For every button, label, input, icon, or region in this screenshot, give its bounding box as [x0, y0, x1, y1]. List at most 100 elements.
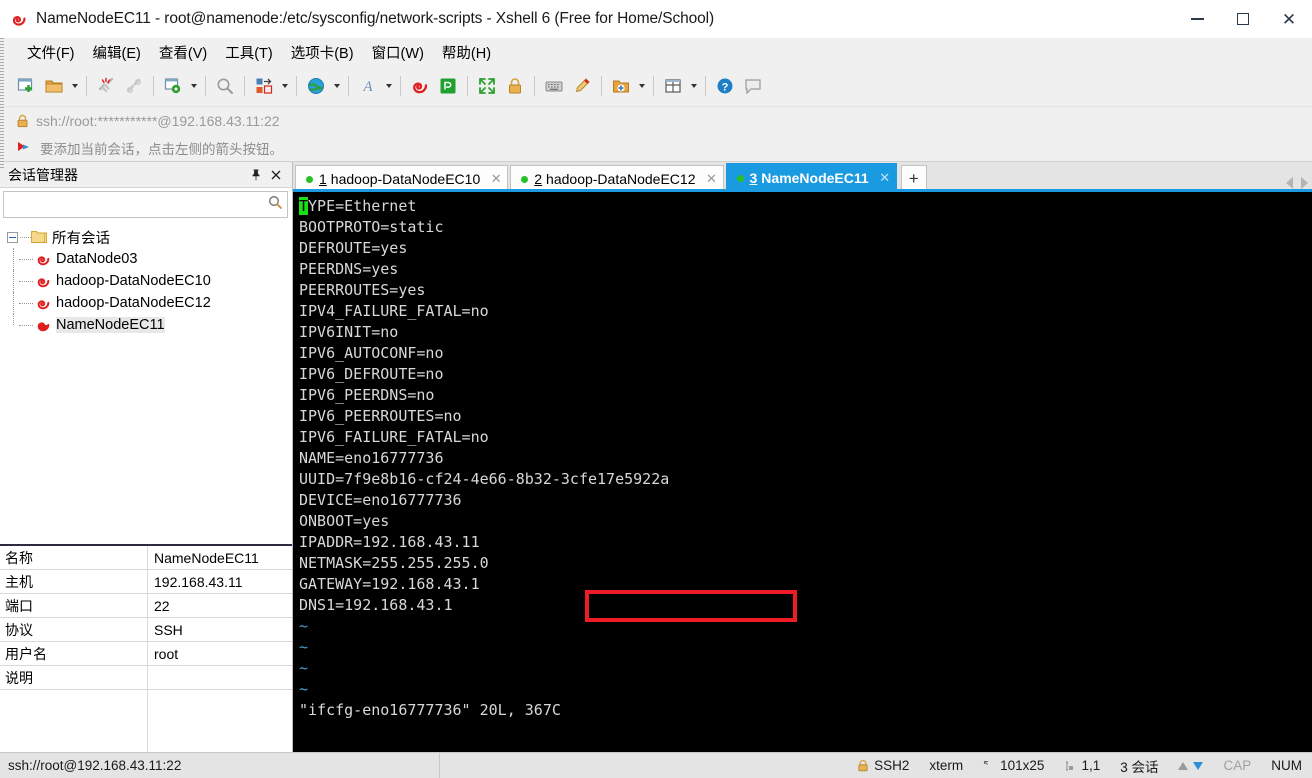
disconnect-icon[interactable]: [92, 72, 120, 100]
arrow-down-icon: [1193, 761, 1204, 770]
tab-number: 3: [749, 170, 758, 186]
search-input[interactable]: [10, 196, 267, 213]
chevron-right-icon[interactable]: [1301, 177, 1308, 189]
terminal-area: 1 hadoop-DataNodeEC10 ✕ 2 hadoop-DataNod…: [293, 162, 1312, 752]
session-tree[interactable]: 所有会话 DataNode03 hadoop-DataNodeEC10 hado…: [0, 221, 292, 544]
toolbar-separator: [205, 76, 206, 96]
find-icon[interactable]: [211, 72, 239, 100]
terminal-status-line: "ifcfg-eno16777736" 20L, 367C: [299, 701, 561, 719]
svg-text:?: ?: [722, 82, 729, 94]
add-folder-icon[interactable]: [607, 72, 635, 100]
status-dot-icon: [306, 175, 313, 183]
pin-icon[interactable]: [246, 165, 266, 185]
menu-tabs[interactable]: 选项卡(B): [282, 39, 363, 66]
tree-node-label: hadoop-DataNodeEC10: [56, 273, 211, 289]
tab-hadoop-datanodeec12[interactable]: 2 hadoop-DataNodeEC12 ✕: [510, 165, 724, 192]
tab-number: 2: [534, 171, 543, 187]
window-controls: ✕: [1174, 0, 1312, 38]
menu-view[interactable]: 查看(V): [150, 39, 216, 66]
tree-connector: [19, 302, 33, 304]
open-folder-dropdown-arrow[interactable]: [68, 72, 81, 100]
tree-node-label: hadoop-DataNodeEC12: [56, 295, 211, 311]
xftp-icon[interactable]: [434, 72, 462, 100]
toolbar-separator: [244, 76, 245, 96]
session-properties-dropdown-arrow[interactable]: [187, 72, 200, 100]
session-properties-icon[interactable]: [159, 72, 187, 100]
status-transfer-indicators: [1168, 753, 1213, 778]
maximize-button[interactable]: [1220, 0, 1266, 38]
keyboard-icon[interactable]: [540, 72, 568, 100]
menu-edit[interactable]: 编辑(E): [84, 39, 150, 66]
terminal-line: IPV6_DEFROUTE=no: [299, 365, 444, 383]
transfer-file-dropdown-arrow[interactable]: [278, 72, 291, 100]
status-session-count: 3 会话: [1120, 759, 1159, 775]
terminal-line: BOOTPROTO=static: [299, 218, 444, 236]
close-icon[interactable]: [266, 165, 286, 185]
tab-close-icon[interactable]: ✕: [489, 171, 503, 187]
tree-connector: [13, 248, 14, 270]
transfer-file-icon[interactable]: [250, 72, 278, 100]
minimize-button[interactable]: [1174, 0, 1220, 38]
tab-close-icon[interactable]: ✕: [878, 170, 892, 186]
terminal-line: PEERROUTES=yes: [299, 281, 426, 299]
expander-icon[interactable]: [7, 231, 18, 243]
font-icon[interactable]: A: [354, 72, 382, 100]
property-value: NameNodeEC11: [154, 549, 259, 566]
new-session-icon[interactable]: [12, 72, 40, 100]
menu-window[interactable]: 窗口(W): [363, 39, 433, 66]
open-folder-icon[interactable]: [40, 72, 68, 100]
xshell-icon[interactable]: [406, 72, 434, 100]
cursor-icon: [1064, 760, 1076, 772]
menu-help[interactable]: 帮助(H): [433, 39, 500, 66]
terminal-line: ~: [299, 638, 309, 656]
property-key: 用户名: [0, 642, 148, 665]
tree-node-all-sessions[interactable]: 所有会话: [0, 226, 292, 248]
table-row: 用户名 root: [0, 642, 292, 666]
notice-bar: 要添加当前会话，点击左侧的箭头按钮。: [0, 134, 1312, 162]
resize-icon: [983, 760, 995, 772]
tree-node-label: 所有会话: [52, 230, 110, 247]
lock-icon: [16, 114, 29, 128]
close-button[interactable]: ✕: [1266, 0, 1312, 38]
reconnect-icon[interactable]: [120, 72, 148, 100]
arrow-up-icon: [1178, 761, 1189, 770]
tree-node-namenodeec11[interactable]: NameNodeEC11: [0, 314, 292, 336]
xshell-icon: [10, 10, 28, 28]
highlight-icon[interactable]: [568, 72, 596, 100]
add-folder-dropdown-arrow[interactable]: [635, 72, 648, 100]
layout-dropdown-arrow[interactable]: [687, 72, 700, 100]
terminal-line: ~: [299, 617, 309, 635]
comment-icon[interactable]: [739, 72, 767, 100]
tab-close-icon[interactable]: ✕: [705, 171, 719, 187]
toolbar-separator: [86, 76, 87, 96]
layout-icon[interactable]: [659, 72, 687, 100]
tab-hadoop-datanodeec10[interactable]: 1 hadoop-DataNodeEC10 ✕: [295, 165, 509, 192]
session-properties-table: 名称 NameNodeEC11 主机 192.168.43.11 端口 22 协…: [0, 544, 292, 752]
session-manager-header: 会话管理器: [0, 162, 292, 188]
session-search-box[interactable]: [3, 191, 288, 218]
tree-node-datanode03[interactable]: DataNode03: [0, 248, 292, 270]
status-term-type: xterm: [929, 758, 964, 773]
search-icon[interactable]: [267, 194, 283, 215]
font-dropdown-arrow[interactable]: [382, 72, 395, 100]
tree-node-hadoop-datanodeec12[interactable]: hadoop-DataNodeEC12: [0, 292, 292, 314]
tree-node-hadoop-datanodeec10[interactable]: hadoop-DataNodeEC10: [0, 270, 292, 292]
address-bar[interactable]: ssh://root:***********@192.168.43.11:22: [0, 106, 1312, 134]
terminal-screen[interactable]: TYPE=Ethernet BOOTPROTO=static DEFROUTE=…: [293, 192, 1312, 752]
terminal-line: ONBOOT=yes: [299, 512, 390, 530]
lock-icon: [857, 759, 869, 772]
terminal-line: ~: [299, 680, 309, 698]
chevron-left-icon[interactable]: [1286, 177, 1293, 189]
help-icon[interactable]: ?: [711, 72, 739, 100]
globe-icon[interactable]: [302, 72, 330, 100]
status-bar: ssh://root@192.168.43.11:22 SSH2 xterm 1…: [0, 752, 1312, 778]
menu-tools[interactable]: 工具(T): [216, 39, 282, 66]
status-protocol-label: SSH2: [874, 758, 910, 773]
globe-dropdown-arrow[interactable]: [330, 72, 343, 100]
lock-icon[interactable]: [501, 72, 529, 100]
menu-file[interactable]: 文件(F): [18, 39, 84, 66]
tab-namenodeec11[interactable]: 3 NameNodeEC11 ✕: [725, 163, 897, 192]
new-tab-button[interactable]: +: [900, 165, 927, 192]
fullscreen-icon[interactable]: [473, 72, 501, 100]
folder-icon: [31, 230, 47, 244]
